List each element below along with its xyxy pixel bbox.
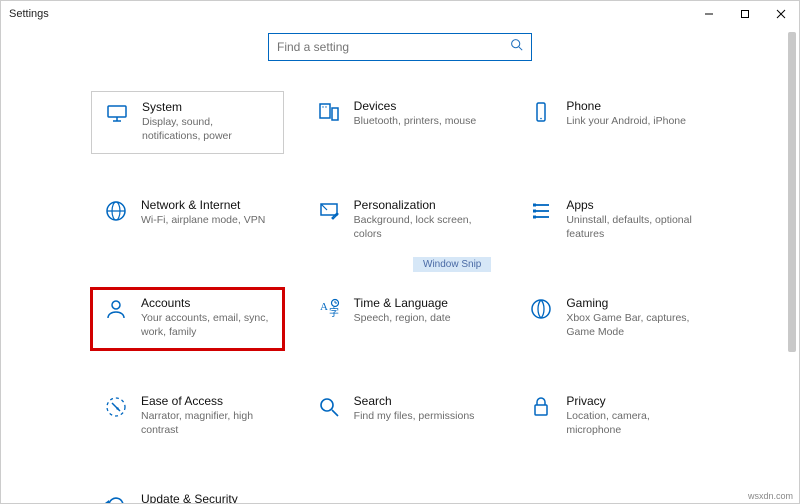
tile-subtitle: Link your Android, iPhone [566,115,699,129]
network-icon [101,199,131,223]
search-box[interactable] [268,33,532,61]
apps-icon [526,199,556,223]
tile-title: Phone [566,99,699,113]
credit-text: wsxdn.com [748,491,793,501]
tile-privacy[interactable]: Privacy Location, camera, microphone [516,386,709,448]
tile-title: Time & Language [354,296,487,310]
tile-system[interactable]: System Display, sound, notifications, po… [91,91,284,154]
accounts-icon [101,297,131,321]
tile-network[interactable]: Network & Internet Wi-Fi, airplane mode,… [91,190,284,252]
tile-search[interactable]: Search Find my files, permissions [304,386,497,448]
tile-gaming[interactable]: Gaming Xbox Game Bar, captures, Game Mod… [516,288,709,350]
tile-time-language[interactable]: A字 Time & Language Speech, region, date [304,288,497,350]
tile-personalization[interactable]: Personalization Background, lock screen,… [304,190,497,252]
tile-subtitle: Speech, region, date [354,312,487,326]
svg-text:A: A [320,301,328,313]
ease-of-access-icon [101,395,131,419]
tile-subtitle: Bluetooth, printers, mouse [354,115,487,129]
tile-devices[interactable]: Devices Bluetooth, printers, mouse [304,91,497,154]
window-snip-tooltip: Window Snip [413,257,491,272]
system-icon [102,101,132,125]
tile-title: Ease of Access [141,394,274,408]
search-input[interactable] [277,40,510,54]
privacy-icon [526,395,556,419]
tile-title: Apps [566,198,699,212]
devices-icon [314,100,344,124]
tile-title: Update & Security [141,492,274,503]
search-icon [510,38,523,56]
phone-icon [526,100,556,124]
tile-title: System [142,100,273,114]
tile-title: Network & Internet [141,198,274,212]
tile-phone[interactable]: Phone Link your Android, iPhone [516,91,709,154]
personalization-icon [314,199,344,223]
window-title: Settings [9,8,49,20]
settings-grid: System Display, sound, notifications, po… [91,91,709,503]
update-security-icon [101,493,131,503]
tile-title: Search [354,394,487,408]
tile-title: Privacy [566,394,699,408]
tile-title: Accounts [141,296,274,310]
gaming-icon [526,297,556,321]
tile-subtitle: Your accounts, email, sync, work, family [141,312,274,339]
tile-subtitle: Uninstall, defaults, optional features [566,214,699,241]
tile-subtitle: Display, sound, notifications, power [142,116,273,143]
scrollbar-thumb[interactable] [788,32,796,352]
tile-accounts[interactable]: Accounts Your accounts, email, sync, wor… [91,288,284,350]
tile-title: Gaming [566,296,699,310]
search-tile-icon [314,395,344,419]
svg-text:字: 字 [329,306,339,319]
tile-update-security[interactable]: Update & Security Windows Update, recove… [91,484,284,503]
tile-subtitle: Xbox Game Bar, captures, Game Mode [566,312,699,339]
settings-window: Settings [0,0,800,504]
tile-title: Devices [354,99,487,113]
tile-subtitle: Background, lock screen, colors [354,214,487,241]
content-area: System Display, sound, notifications, po… [1,27,799,503]
tile-subtitle: Location, camera, microphone [566,410,699,437]
titlebar: Settings [1,1,799,27]
tile-subtitle: Narrator, magnifier, high contrast [141,410,274,437]
minimize-button[interactable] [691,1,727,27]
tile-title: Personalization [354,198,487,212]
tile-subtitle: Wi-Fi, airplane mode, VPN [141,214,274,228]
tile-ease-of-access[interactable]: Ease of Access Narrator, magnifier, high… [91,386,284,448]
time-language-icon: A字 [314,297,344,321]
maximize-button[interactable] [727,1,763,27]
tile-subtitle: Find my files, permissions [354,410,487,424]
close-button[interactable] [763,1,799,27]
vertical-scrollbar[interactable] [786,28,798,502]
tile-apps[interactable]: Apps Uninstall, defaults, optional featu… [516,190,709,252]
